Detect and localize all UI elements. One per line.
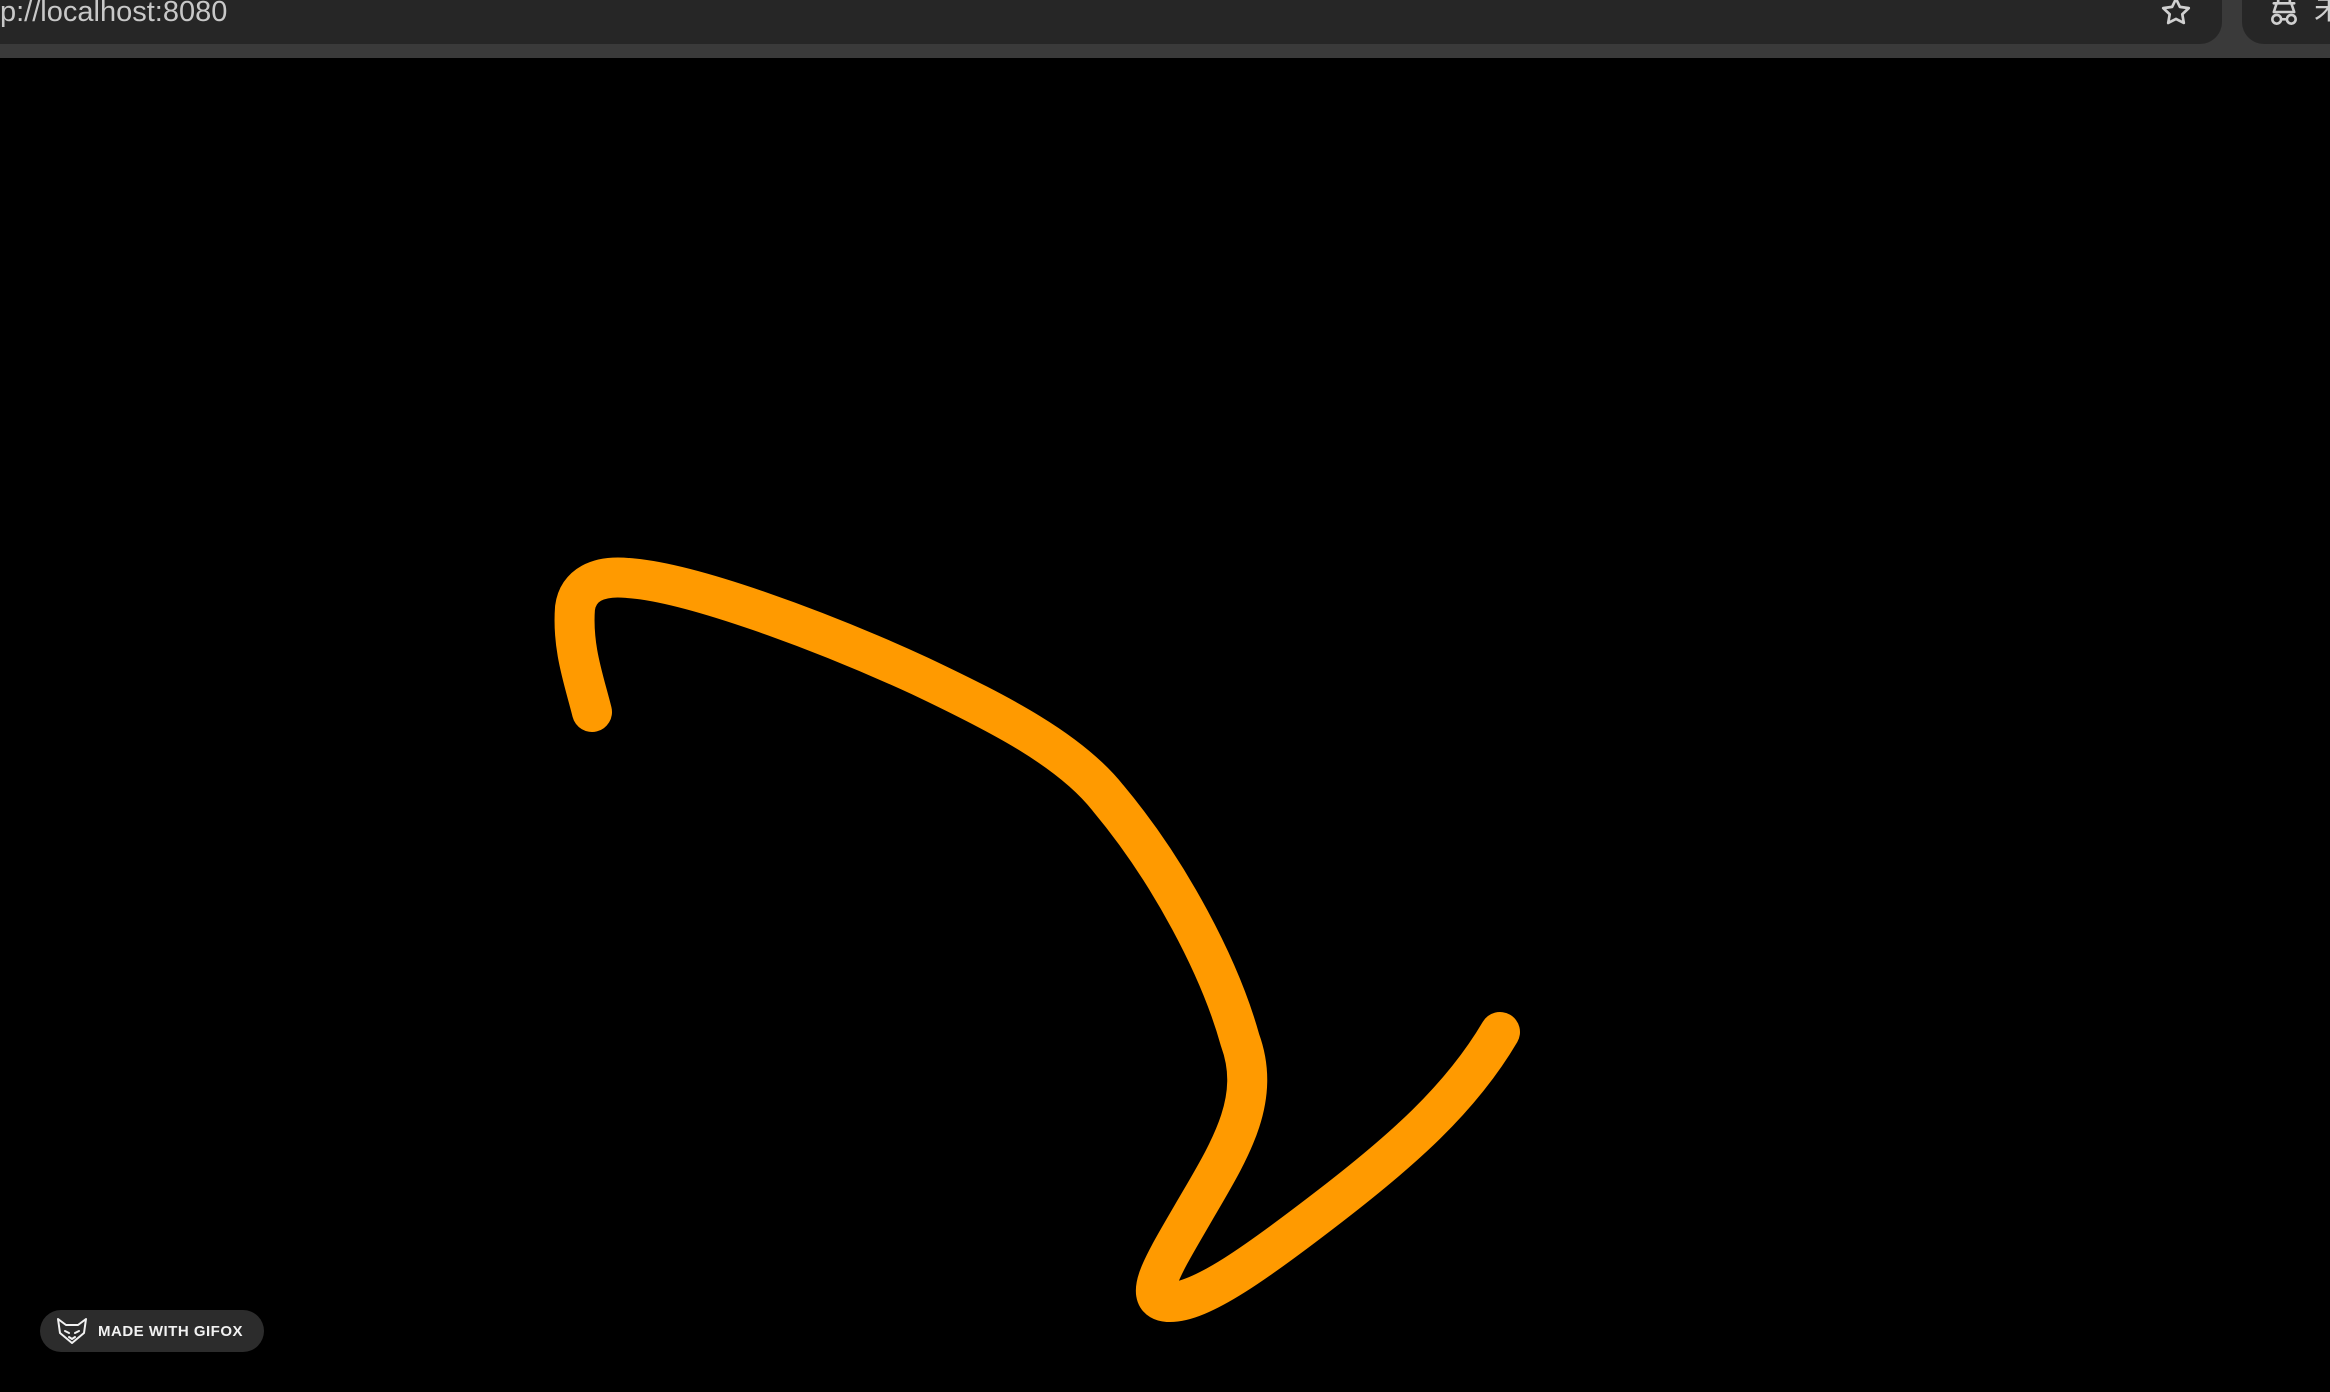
curved-arrow-stroke <box>554 557 1520 1322</box>
gifox-label: MADE WITH GIFOX <box>98 1322 243 1340</box>
fox-icon <box>57 1318 87 1344</box>
gifox-badge[interactable]: MADE WITH GIFOX <box>40 1310 264 1352</box>
drawn-stroke <box>554 557 1520 1322</box>
